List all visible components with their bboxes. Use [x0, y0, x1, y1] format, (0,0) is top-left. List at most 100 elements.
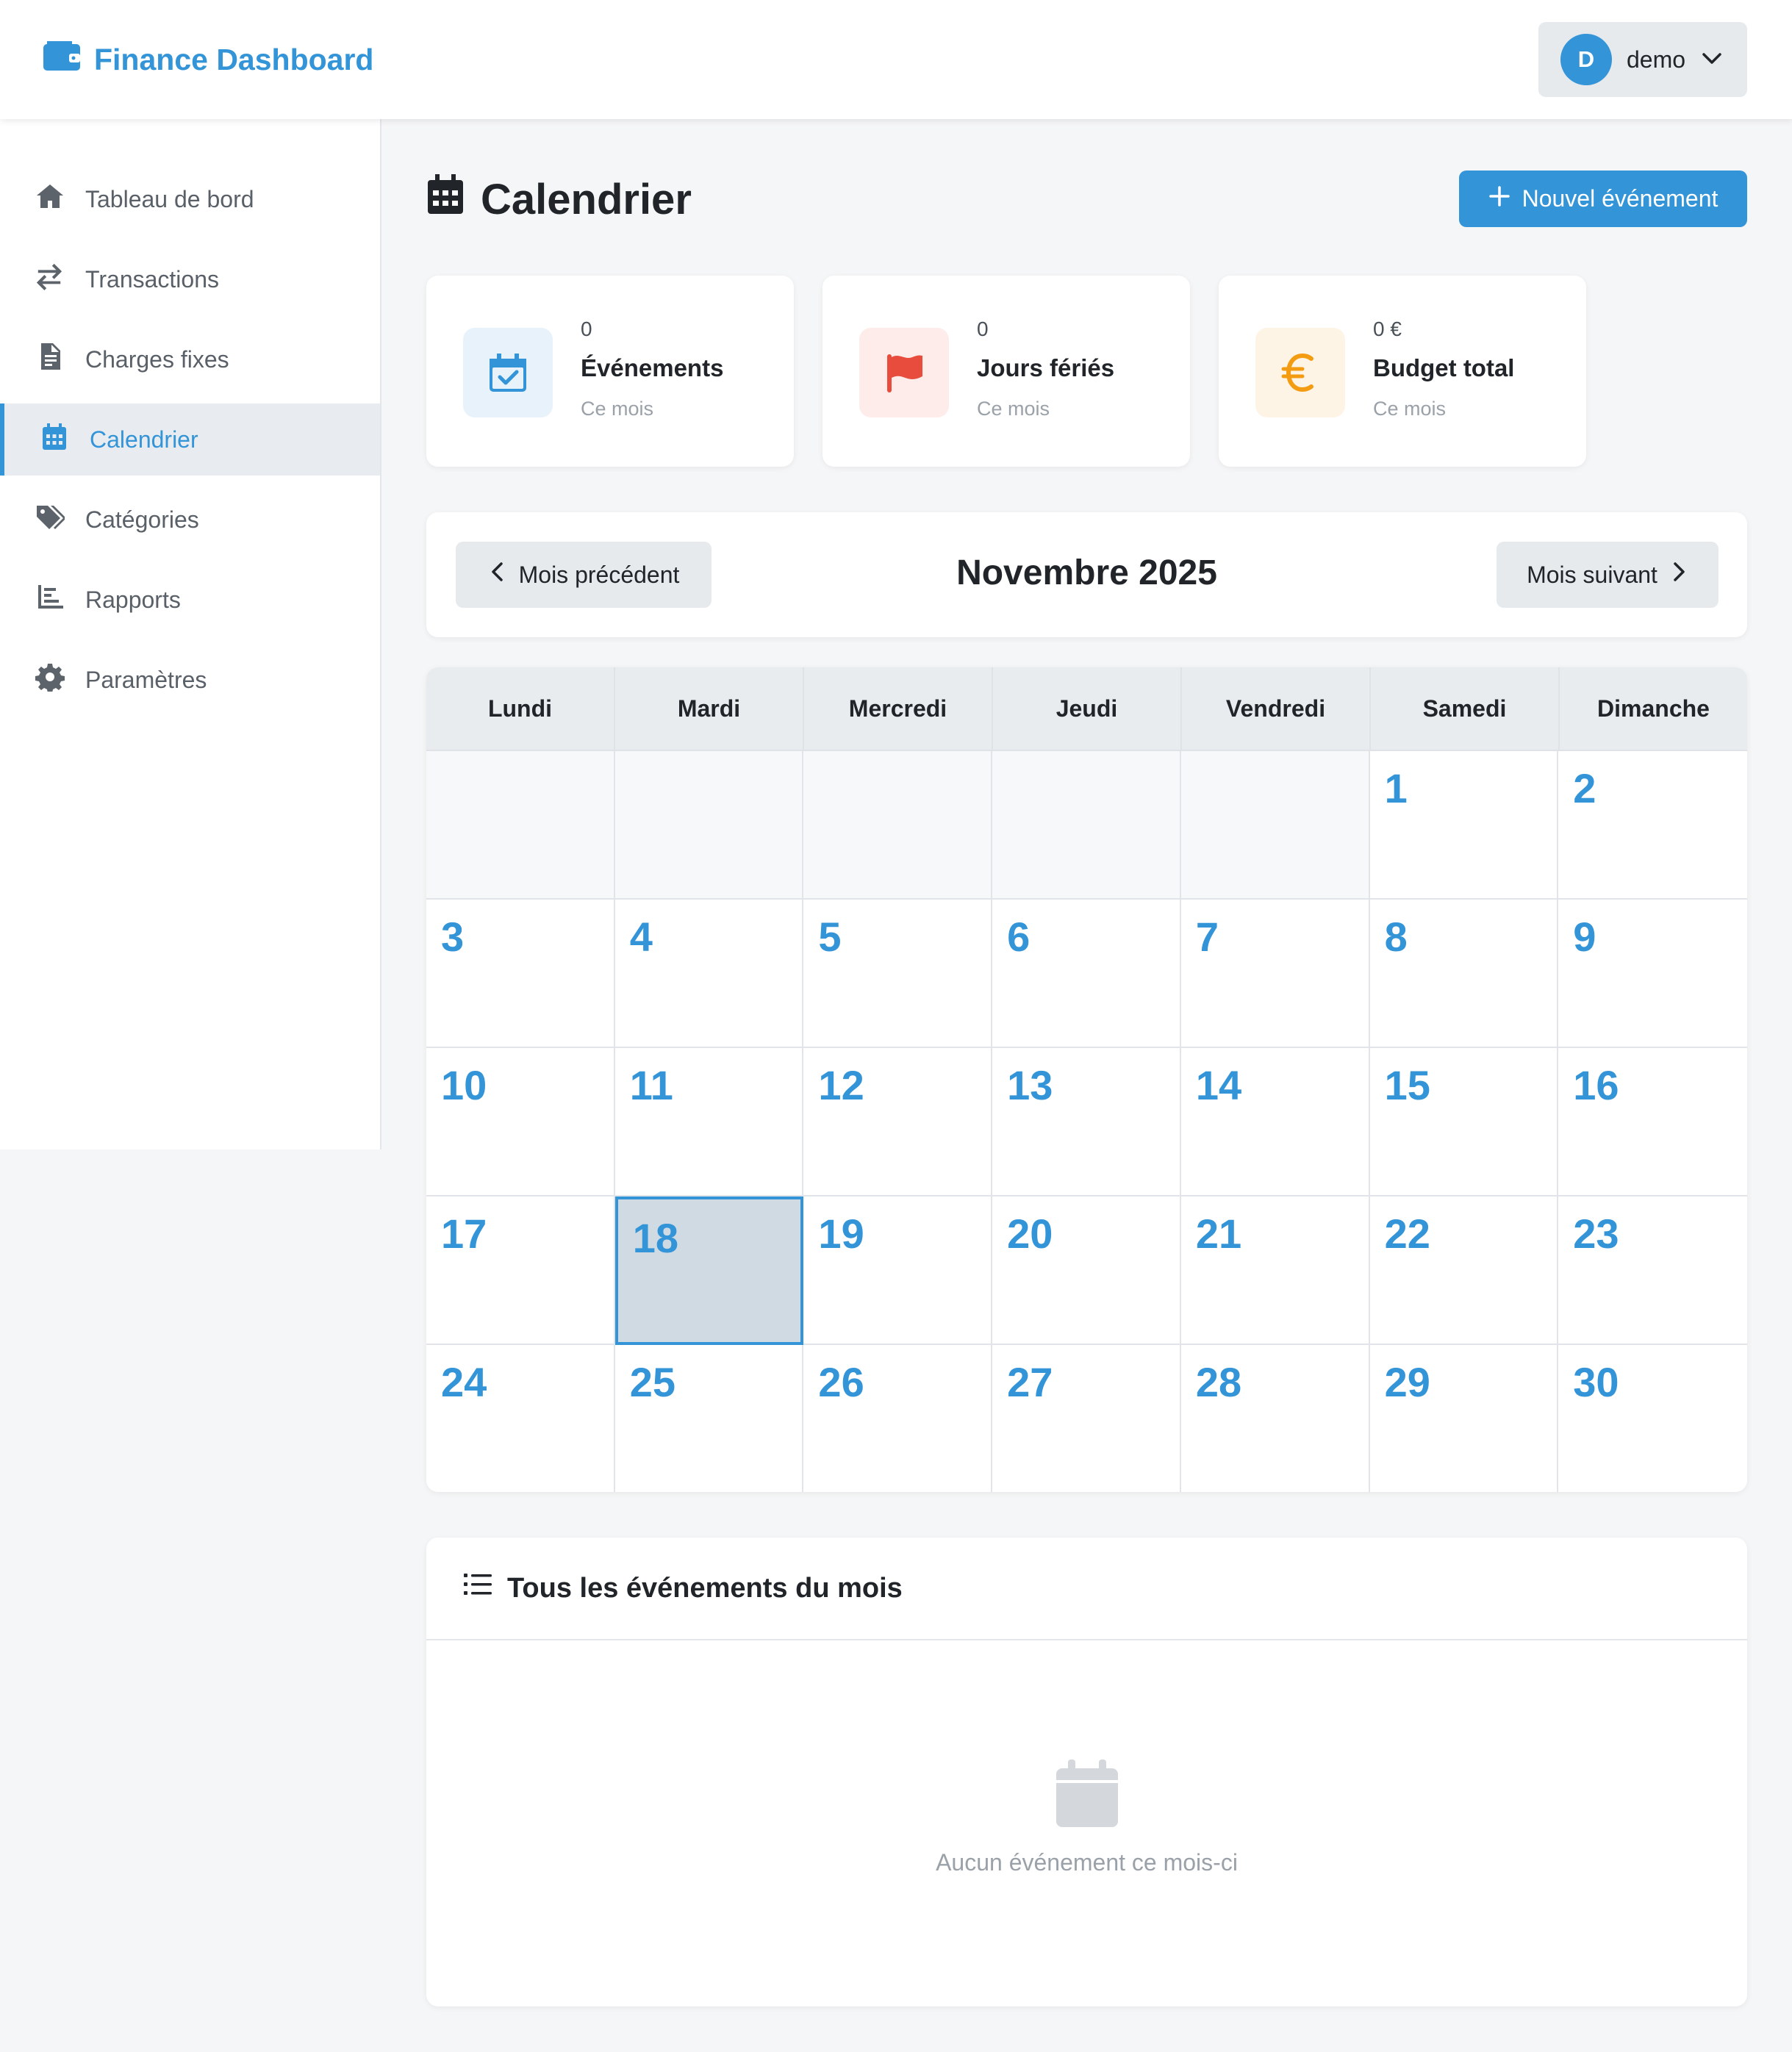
calendar-icon: [40, 422, 69, 457]
calendar-day[interactable]: 17: [426, 1197, 615, 1345]
page-title: Calendrier: [426, 173, 692, 225]
sidebar-item-label: Catégories: [85, 506, 199, 533]
calendar-day[interactable]: 1: [1369, 751, 1559, 900]
stat-card-events: 0 Événements Ce mois: [426, 276, 794, 467]
euro-icon: [1255, 328, 1345, 417]
new-event-button[interactable]: Nouvel événement: [1459, 171, 1747, 227]
sidebar-item-label: Rapports: [85, 586, 181, 613]
calendar-day[interactable]: 23: [1558, 1197, 1747, 1345]
weekday-header: Lundi Mardi Mercredi Jeudi Vendredi Same…: [426, 667, 1747, 751]
page-title-text: Calendrier: [481, 175, 692, 223]
calendar-day[interactable]: 4: [614, 900, 804, 1048]
sidebar-item-categories[interactable]: Catégories: [0, 484, 380, 556]
stat-value: 0 €: [1373, 318, 1402, 340]
calendar-day[interactable]: 13: [992, 1048, 1181, 1197]
calendar-grid: Lundi Mardi Mercredi Jeudi Vendredi Same…: [426, 667, 1747, 1492]
calendar-day[interactable]: 27: [992, 1345, 1181, 1492]
calendar-day[interactable]: 3: [426, 900, 615, 1048]
next-month-button[interactable]: Mois suivant: [1497, 542, 1718, 608]
list-icon: [463, 1571, 492, 1605]
wallet-icon: [43, 40, 81, 79]
calendar-day[interactable]: 11: [614, 1048, 804, 1197]
calendar-day[interactable]: 10: [426, 1048, 615, 1197]
calendar-day[interactable]: 25: [614, 1345, 804, 1492]
calendar-day[interactable]: 19: [803, 1197, 993, 1345]
calendar-day[interactable]: 20: [992, 1197, 1181, 1345]
calendar-day-empty: [992, 751, 1181, 900]
calendar-day[interactable]: 2: [1558, 751, 1747, 900]
calendar-day[interactable]: 5: [803, 900, 993, 1048]
avatar: D: [1560, 34, 1612, 85]
month-navigation: Mois précédent Novembre 2025 Mois suivan…: [426, 512, 1747, 637]
calendar-check-icon: [463, 328, 553, 417]
calendar-day[interactable]: 16: [1558, 1048, 1747, 1197]
calendar-day-empty: [426, 751, 615, 900]
stat-label: Jours fériés: [977, 354, 1115, 381]
calendar-day[interactable]: 28: [1180, 1345, 1370, 1492]
user-name: demo: [1627, 46, 1686, 73]
stat-subtitle: Ce mois: [581, 398, 654, 420]
top-navbar: Finance Dashboard D demo: [0, 0, 1792, 119]
sidebar-item-label: Paramètres: [85, 666, 207, 693]
home-icon: [35, 182, 65, 217]
sidebar-item-label: Tableau de bord: [85, 185, 254, 212]
calendar-day[interactable]: 24: [426, 1345, 615, 1492]
sidebar-item-charges-fixes[interactable]: Charges fixes: [0, 323, 380, 395]
sidebar-item-rapports[interactable]: Rapports: [0, 564, 380, 636]
calendar-day-empty: [614, 751, 804, 900]
brand-link[interactable]: Finance Dashboard: [43, 37, 373, 82]
weekday-label: Jeudi: [993, 667, 1182, 750]
calendar-day[interactable]: 6: [992, 900, 1181, 1048]
stat-value: 0: [977, 318, 989, 340]
calendar-day-empty: [1180, 751, 1370, 900]
calendar-day[interactable]: 8: [1369, 900, 1559, 1048]
calendar-icon: [426, 173, 465, 226]
stat-value: 0: [581, 318, 592, 340]
weekday-label: Mardi: [615, 667, 804, 750]
stat-card-budget: 0 € Budget total Ce mois: [1219, 276, 1586, 467]
empty-state-text: Aucun événement ce mois-ci: [936, 1849, 1238, 1876]
calendar-day[interactable]: 12: [803, 1048, 993, 1197]
weekday-label: Vendredi: [1182, 667, 1371, 750]
sidebar-item-calendrier[interactable]: Calendrier: [0, 403, 380, 476]
stat-label: Budget total: [1373, 354, 1515, 381]
chevron-down-icon: [1700, 46, 1724, 73]
calendar-day[interactable]: 9: [1558, 900, 1747, 1048]
calendar-day[interactable]: 21: [1180, 1197, 1370, 1345]
next-month-label: Mois suivant: [1527, 561, 1657, 588]
user-menu-dropdown[interactable]: D demo: [1538, 22, 1747, 97]
calendar-day[interactable]: 26: [803, 1345, 993, 1492]
calendar-days: 1 2 3 4 5 6 7 8 9 10 11 12 13 14 15 16 17 18 19 20 21 22 23 24 2…: [426, 751, 1747, 1492]
brand-name: Finance Dashboard: [94, 42, 374, 76]
chevron-right-icon: [1669, 561, 1688, 589]
invoice-icon: [35, 342, 65, 377]
weekday-label: Lundi: [426, 667, 615, 750]
sidebar-item-tableau-de-bord[interactable]: Tableau de bord: [0, 163, 380, 235]
flag-icon: [859, 328, 949, 417]
calendar-day[interactable]: 14: [1180, 1048, 1370, 1197]
calendar-day[interactable]: 30: [1558, 1345, 1747, 1492]
stat-card-holidays: 0 Jours fériés Ce mois: [822, 276, 1190, 467]
calendar-day[interactable]: 15: [1369, 1048, 1559, 1197]
weekday-label: Dimanche: [1597, 695, 1710, 722]
calendar-day[interactable]: 7: [1180, 900, 1370, 1048]
sidebar: Tableau de bord Transactions Charges fix…: [0, 119, 381, 1149]
exchange-icon: [35, 262, 65, 297]
sidebar-item-transactions[interactable]: Transactions: [0, 243, 380, 315]
plus-icon: [1488, 185, 1510, 213]
sidebar-item-label: Charges fixes: [85, 345, 229, 373]
calendar-day[interactable]: 22: [1369, 1197, 1559, 1345]
stat-subtitle: Ce mois: [977, 398, 1050, 420]
calendar-day[interactable]: 29: [1369, 1345, 1559, 1492]
chart-icon: [35, 582, 65, 617]
calendar-day-today[interactable]: 18: [614, 1197, 804, 1345]
empty-state: Aucun événement ce mois-ci: [426, 1758, 1747, 1876]
calendar-day-empty: [803, 751, 993, 900]
weekday-label: Mercredi: [804, 667, 993, 750]
sidebar-item-label: Transactions: [85, 265, 219, 293]
new-event-label: Nouvel événement: [1522, 185, 1718, 212]
sidebar-item-label: Calendrier: [90, 426, 198, 453]
stat-label: Événements: [581, 354, 724, 381]
gear-icon: [35, 662, 65, 697]
sidebar-item-parametres[interactable]: Paramètres: [0, 644, 380, 716]
